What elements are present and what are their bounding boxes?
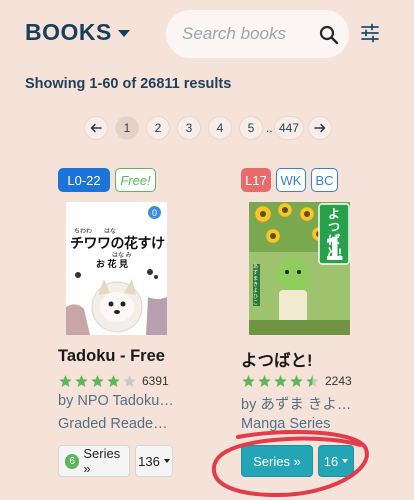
book-author[interactable]: by あずま きよ… [241,393,386,414]
arrow-left-icon [90,123,102,133]
volume-dropdown[interactable]: 16 [318,445,354,477]
filter-sliders-icon[interactable] [360,23,380,43]
books-menu-button[interactable]: BOOKS [25,19,130,46]
book-title[interactable]: よつばと! [241,347,313,371]
search-input[interactable] [182,24,312,44]
star-full-icon [274,375,287,387]
series-button[interactable]: 6 Series » [58,445,130,477]
series-button-label: Series » [83,446,121,476]
search-icon[interactable] [319,25,339,45]
caret-down-icon [163,459,170,463]
level-badge: L0-22 [58,168,110,192]
series-count-badge: 6 [65,453,80,469]
page-4-button[interactable]: 4 [208,116,232,140]
next-page-button[interactable] [308,116,332,140]
book-card-tadoku[interactable]: L0-22 Free! 0 ちわわ はな チワワの花すけ はな み お 花 見 … [58,168,233,477]
star-half-icon [306,375,319,387]
star-empty-icon [123,375,136,387]
level-badge: L17 [241,168,271,192]
volume-count: 16 [323,453,339,469]
badge-row: L0-22 Free! [58,168,233,192]
rating-count: 2243 [325,374,352,388]
star-full-icon [258,375,271,387]
tag-bc: BC [311,168,338,192]
book-card-yotsubato[interactable]: L17 WK BC 1 あずま きよひこ よつばと! よつばと! 2243 by… [241,168,414,477]
pagination: 1 2 3 4 5 .. 447 [0,116,414,140]
badge-row: L17 WK BC [241,168,414,192]
star-full-icon [91,375,104,387]
star-full-icon [242,375,255,387]
tag-wk: WK [276,168,306,192]
arrow-right-icon [314,123,326,133]
results-count: Showing 1-60 of 26811 results [25,76,232,92]
cover-author: あずま きよひこ [253,264,260,306]
top-bar: BOOKS [0,0,414,66]
caret-down-icon [342,459,349,463]
series-button[interactable]: Series » [241,445,313,477]
page-5-button[interactable]: 5 [239,116,263,140]
star-full-icon [290,375,303,387]
brand-title: BOOKS [25,19,112,45]
book-cover[interactable]: 1 あずま きよひこ よつばと! [249,202,350,335]
series-button-label: Series » [253,453,301,469]
prev-page-button[interactable] [84,116,108,140]
book-series-name[interactable]: Manga Series [241,416,386,432]
page-3-button[interactable]: 3 [177,116,201,140]
book-cover[interactable]: 0 ちわわ はな チワワの花すけ はな み お 花 見 [66,202,167,335]
pagination-ellipsis: .. [266,121,273,135]
cover-title: よつばと! [326,207,342,260]
rating-stars: 2243 [241,374,352,388]
star-full-icon [75,375,88,387]
page-1-button[interactable]: 1 [115,116,139,140]
search-box[interactable] [166,10,349,58]
book-title[interactable]: Tadoku - Free [58,347,165,366]
free-tag: Free! [115,168,156,192]
chihuahua-illustration [66,269,167,335]
rating-stars: 6391 [58,374,169,388]
page-2-button[interactable]: 2 [146,116,170,140]
star-full-icon [59,375,72,387]
book-author[interactable]: by NPO Tadoku… [58,393,203,409]
page-last-button[interactable]: 447 [274,116,304,140]
rating-count: 6391 [142,374,169,388]
volume-dropdown[interactable]: 136 [135,445,173,477]
star-full-icon [107,375,120,387]
cover-badge: 0 [148,206,161,219]
book-series-name[interactable]: Graded Reade… [58,416,203,432]
volume-count: 136 [138,453,160,469]
caret-down-icon [117,30,130,37]
